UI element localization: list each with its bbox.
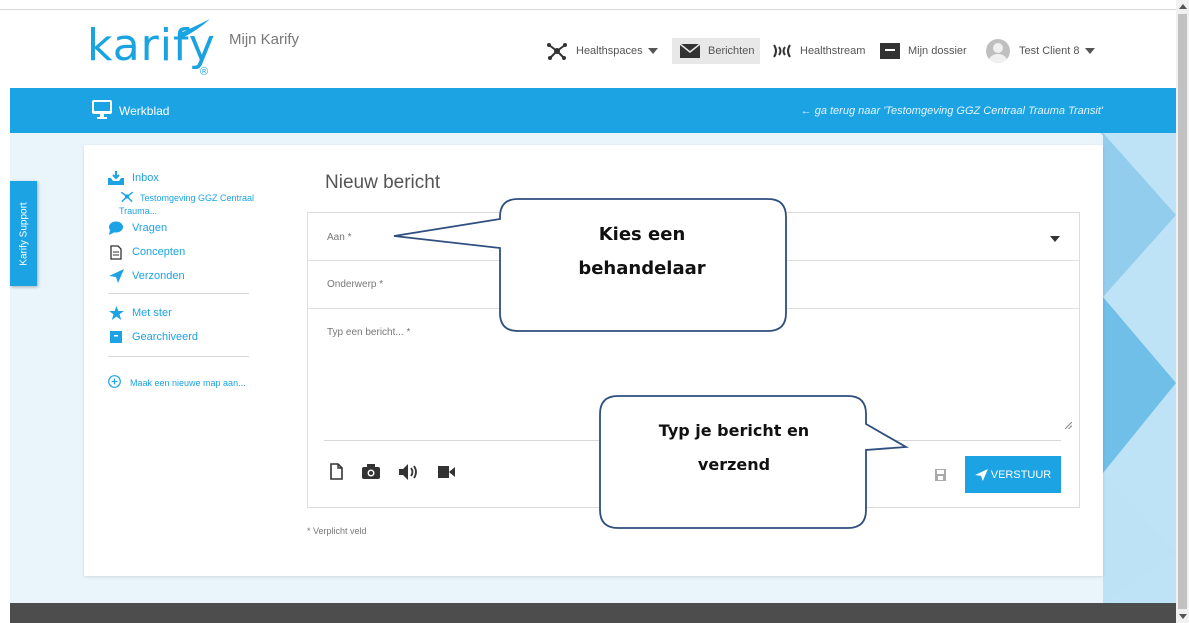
sidebar-item-label: Gearchiveerd [132,331,199,343]
sidebar-item-met-ster[interactable]: Met ster [108,304,275,322]
speech-bubble-icon [108,221,124,235]
plus-circle-icon [108,375,121,390]
header: karify ® Mijn Karify Healthspaces Berich… [0,10,1176,88]
scroll-down-icon[interactable] [1179,614,1187,619]
required-note: * Verplicht veld [307,526,367,536]
karify-support-tab[interactable]: Karify Support [10,181,37,286]
nav-healthstream[interactable]: Healthstream [772,40,865,62]
callout-line: Typ je bericht en [658,421,810,440]
chevron-down-icon [1084,48,1095,54]
attachment-toolbar [330,463,474,480]
sidebar-item-healthspace[interactable]: Testomgeving GGZ Centraal Trauma... [119,190,275,216]
scroll-up-icon[interactable] [1179,4,1187,9]
app-subtitle: Mijn Karify [229,31,300,48]
archive-icon [108,331,124,343]
callout-type-and-send: Typ je bericht en verzend [600,414,868,482]
page-scrollbar[interactable] [1176,0,1189,623]
resize-handle-icon[interactable] [1065,422,1072,429]
send-label: VERSTUUR [990,468,1052,481]
sidebar-divider [108,356,249,357]
message-placeholder: Typ een bericht... * [327,327,411,338]
camera-icon[interactable] [362,464,380,479]
recipient-label: Aan * [327,232,352,243]
user-menu[interactable]: Test Client 8 [986,39,1095,63]
nav-healthstream-label: Healthstream [800,45,866,57]
nav-dossier-label: Mijn dossier [908,45,967,57]
callout-line: verzend [697,455,771,474]
healthspace-icon [119,190,135,205]
back-link[interactable]: ← ga terug naar 'Testomgeving GGZ Centra… [801,105,1103,117]
sidebar-item-label: Concepten [132,246,186,258]
logo-swoosh-icon [178,19,210,38]
top-border [0,0,1176,10]
nav-berichten-label: Berichten [708,45,755,57]
message-card: Inbox Testomgeving GGZ Centraal Trauma..… [84,145,1103,576]
save-draft-icon[interactable] [935,469,946,481]
subject-label: Onderwerp * [327,279,384,290]
user-name: Test Client 8 [1019,45,1080,57]
callout-choose-practitioner: Kies een behandelaar [502,218,782,286]
sidebar-item-inbox[interactable]: Inbox [108,169,275,187]
avatar [986,39,1010,63]
footer [10,603,1176,623]
video-icon[interactable] [438,465,455,478]
sidebar-item-label: Vragen [132,222,168,234]
send-button[interactable]: VERSTUUR [965,456,1061,493]
support-label: Karify Support [18,201,29,266]
inbox-icon [108,171,124,185]
nav-healthspaces[interactable]: Healthspaces [546,40,658,62]
nav-healthspaces-label: Healthspaces [576,45,643,57]
document-icon [108,244,124,260]
scroll-thumb[interactable] [1178,14,1187,609]
werkblad-link[interactable]: Werkblad [92,100,169,122]
paper-plane-icon [974,468,988,481]
envelope-icon [680,44,700,58]
page-title: Nieuw bericht [325,172,441,193]
new-folder-link[interactable]: Maak een nieuwe map aan... [108,375,275,390]
sidebar-item-label: Inbox [132,172,159,184]
sidebar-sub-label-2: Trauma... [119,206,158,216]
callout-line: behandelaar [578,258,706,279]
sidebar-item-label: Met ster [132,307,172,319]
registered-mark: ® [200,66,209,78]
healthspaces-icon [546,42,568,60]
audio-icon[interactable] [399,463,419,480]
new-folder-label: Maak een nieuwe map aan... [130,377,246,388]
sidebar-item-vragen[interactable]: Vragen [108,219,275,237]
workspace-bar: Werkblad ← ga terug naar 'Testomgeving G… [10,88,1176,133]
dossier-icon [880,43,900,59]
paper-plane-icon [108,269,124,283]
sidebar-item-verzonden[interactable]: Verzonden [108,267,275,285]
star-icon [108,306,124,320]
monitor-icon [92,100,112,122]
sidebar-item-concepten[interactable]: Concepten [108,243,275,261]
healthstream-icon [772,43,792,59]
file-icon[interactable] [330,463,343,480]
sidebar-item-gearchiveerd[interactable]: Gearchiveerd [108,328,275,346]
nav-mijn-dossier[interactable]: Mijn dossier [880,40,967,62]
callout-line: Kies een [598,224,686,245]
sidebar-divider [108,293,249,294]
werkblad-label: Werkblad [119,104,170,118]
chevron-down-icon[interactable] [1050,236,1060,242]
sidebar-item-label: Verzonden [132,270,185,282]
sidebar-sub-label-1: Testomgeving GGZ Centraal [140,192,255,203]
chevron-down-icon [647,48,658,54]
sidebar: Inbox Testomgeving GGZ Centraal Trauma..… [108,169,275,390]
nav-berichten[interactable]: Berichten [672,38,761,64]
